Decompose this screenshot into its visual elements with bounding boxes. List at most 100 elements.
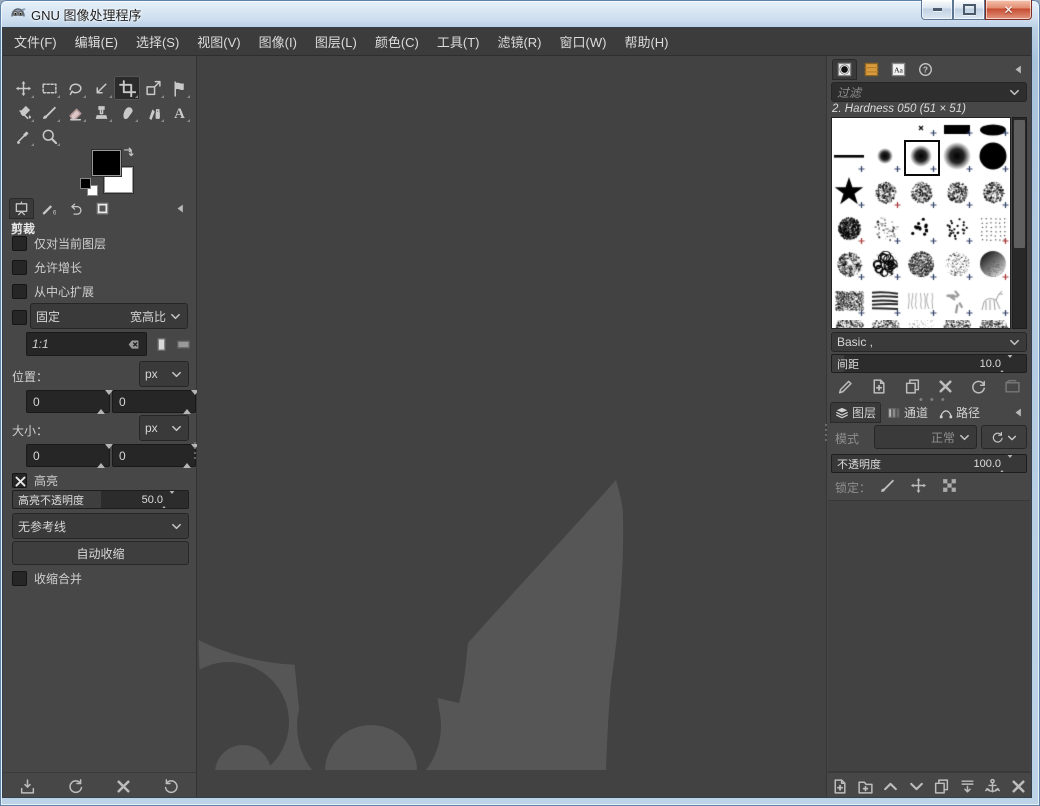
brush-swatch-soft-l[interactable] — [940, 140, 976, 176]
brush-swatch-speck[interactable] — [868, 212, 904, 248]
brush-swatch-hatch[interactable] — [868, 284, 904, 320]
position-unit-combo[interactable]: px — [139, 361, 189, 387]
spinner-arrows[interactable] — [160, 491, 176, 508]
clone-tool-button[interactable] — [88, 100, 114, 124]
aspect-ratio-input[interactable]: 1:1 — [26, 332, 147, 356]
checkbox-box[interactable] — [12, 284, 27, 299]
checkbox-current-layer-only[interactable]: 仅对当前图层 — [12, 235, 106, 252]
size-width-field[interactable]: 0 — [26, 443, 113, 468]
move-tool-button[interactable] — [10, 76, 36, 100]
ink-tool-button[interactable] — [140, 100, 166, 124]
brush-swatch-soft-s[interactable] — [868, 140, 904, 176]
brush-swatch-tiny-x[interactable] — [904, 118, 940, 140]
brush-swatch-bar[interactable] — [940, 118, 976, 140]
menu-item-7[interactable]: 颜色(C) — [366, 28, 428, 55]
brush-swatch-blank[interactable] — [832, 118, 868, 140]
portrait-button[interactable] — [151, 333, 172, 355]
menu-item-3[interactable]: 选择(S) — [127, 28, 188, 55]
spinner-arrows[interactable] — [183, 389, 199, 414]
highlight-opacity-slider[interactable]: 高亮不透明度 50.0 — [12, 490, 189, 509]
transform-tool-button[interactable] — [140, 76, 166, 100]
spinner-arrows[interactable] — [97, 389, 113, 414]
lock-alpha-button[interactable] — [941, 477, 958, 494]
brush-swatch-chalk[interactable] — [868, 176, 904, 212]
menu-item-6[interactable]: 图层(L) — [306, 28, 366, 55]
dock-edge-grip[interactable] — [824, 424, 827, 441]
brush-swatch-blank[interactable] — [868, 118, 904, 140]
spinner-arrows[interactable] — [998, 355, 1014, 372]
brush-swatch-chalk[interactable] — [940, 176, 976, 212]
brush-swatch-sponge[interactable] — [832, 248, 868, 284]
brush-swatch-cellz[interactable] — [868, 248, 904, 284]
dock-menu-arrow[interactable] — [173, 201, 188, 216]
bucket-fill-tool-button[interactable] — [10, 100, 36, 124]
tab-help[interactable]: ? — [913, 59, 938, 80]
tab-paths[interactable]: 路径 — [934, 402, 985, 423]
brush-swatch-darktop[interactable] — [868, 320, 904, 328]
checkbox-allow-growing[interactable]: 允许增长 — [12, 259, 82, 276]
spinner-arrows[interactable] — [97, 443, 113, 468]
brush-swatch-lighttop[interactable] — [904, 320, 940, 328]
maximize-button[interactable] — [953, 0, 985, 20]
brush-filter-combo[interactable]: 过滤 — [831, 82, 1027, 102]
checkbox-box[interactable] — [12, 236, 27, 251]
layers-list[interactable] — [828, 500, 1030, 772]
tab-tool-options[interactable] — [9, 198, 34, 219]
close-button[interactable]: ✕ — [985, 0, 1032, 20]
measure-tool-button[interactable] — [88, 76, 114, 100]
brush-swatch-chalk[interactable] — [976, 176, 1010, 212]
brush-swatch-grunge2[interactable] — [904, 248, 940, 284]
color-selector[interactable] — [80, 146, 138, 198]
tab-layers[interactable]: 图层 — [830, 402, 882, 423]
brush-swatch-line[interactable] — [832, 140, 868, 176]
free-select-tool-button[interactable] — [62, 76, 88, 100]
brush-swatch-shaded[interactable] — [976, 248, 1010, 284]
open-as-image-button[interactable] — [1004, 378, 1021, 395]
brush-swatch-dots3[interactable] — [976, 212, 1010, 248]
anchor-button[interactable] — [984, 778, 1001, 795]
menu-item-11[interactable]: 帮助(H) — [615, 28, 677, 55]
crop-tool-button[interactable] — [114, 76, 140, 100]
color-picker-tool-button[interactable] — [10, 124, 36, 148]
zoom-tool-button[interactable] — [36, 124, 62, 148]
menu-item-4[interactable]: 视图(V) — [188, 28, 249, 55]
tab-images[interactable] — [90, 198, 115, 219]
dock-menu-arrow[interactable] — [1011, 62, 1026, 77]
auto-shrink-button[interactable]: 自动收缩 — [12, 541, 189, 565]
brush-swatch-chalk[interactable] — [904, 176, 940, 212]
brush-swatch-scratch[interactable] — [904, 284, 940, 320]
paintbrush-tool-button[interactable] — [36, 100, 62, 124]
delete-x-button[interactable] — [115, 778, 132, 795]
checkbox-expand-from-center[interactable]: 从中心扩展 — [12, 283, 94, 300]
brush-swatch-dots1[interactable] — [904, 212, 940, 248]
edit-brush-button[interactable] — [837, 378, 854, 395]
menu-item-5[interactable]: 图像(I) — [250, 28, 306, 55]
foreground-color-swatch[interactable] — [92, 150, 121, 176]
fixed-aspect-combo[interactable]: 固定 宽高比 — [30, 303, 188, 329]
chevron-dn-button[interactable] — [908, 778, 925, 795]
rect-select-tool-button[interactable] — [36, 76, 62, 100]
checkbox-box[interactable] — [12, 571, 27, 586]
eraser-tool-button[interactable] — [62, 100, 88, 124]
refresh-button[interactable] — [970, 378, 987, 395]
delete-x-button[interactable] — [1010, 778, 1027, 795]
tab-undo-history[interactable] — [63, 198, 88, 219]
titlebar[interactable]: GNU 图像处理程序 ✕ — [0, 0, 1040, 28]
delete-x-button[interactable] — [937, 378, 954, 395]
menu-item-9[interactable]: 滤镜(R) — [488, 28, 550, 55]
brush-swatch-texture1[interactable] — [832, 284, 868, 320]
opacity-slider[interactable]: 不透明度 100.0 — [831, 454, 1027, 473]
checkbox-shrink-merged[interactable]: 收缩合并 — [12, 570, 82, 587]
save-preset-button[interactable] — [19, 778, 36, 795]
scrollbar-thumb[interactable] — [1014, 120, 1025, 248]
tab-device-status[interactable]: 6 — [36, 198, 61, 219]
guides-combo[interactable]: 无参考线 — [12, 513, 189, 539]
tab-patterns[interactable] — [859, 59, 884, 80]
revert-button[interactable] — [67, 778, 84, 795]
brush-swatch-grunge1[interactable] — [832, 212, 868, 248]
paintbrush-button[interactable] — [879, 477, 896, 494]
brush-swatch-solid[interactable] — [976, 140, 1010, 176]
swap-colors-icon[interactable] — [122, 146, 136, 160]
mode-combo[interactable]: 正常 — [874, 425, 977, 449]
tab-brushes[interactable] — [832, 59, 857, 80]
